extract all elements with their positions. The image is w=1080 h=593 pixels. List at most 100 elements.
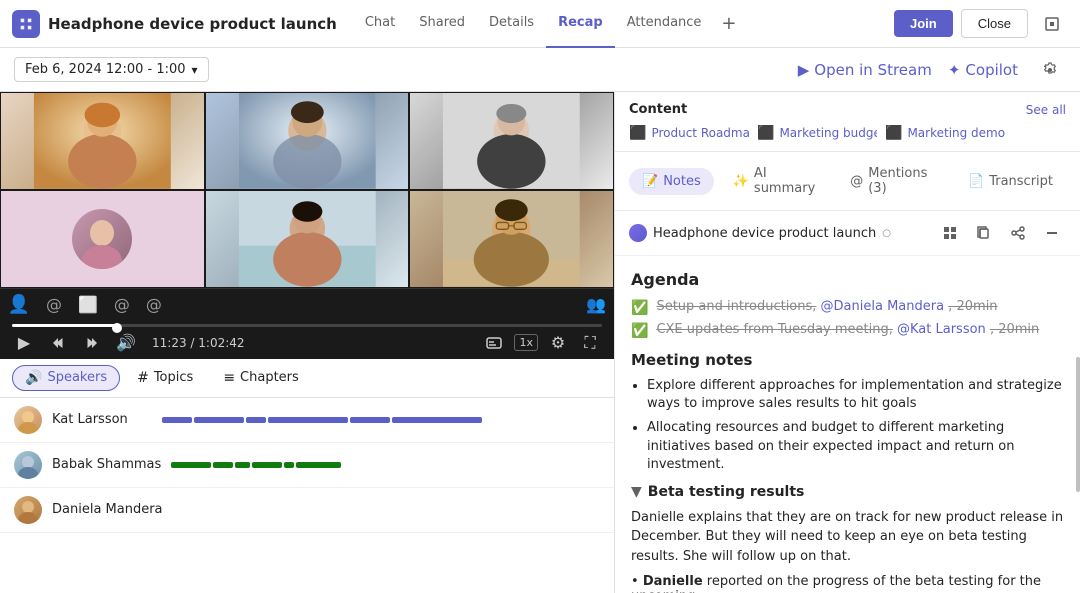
chevron-icon: ▼	[631, 484, 642, 500]
copilot-button[interactable]: ✦ Copilot	[948, 61, 1018, 79]
bar-segment	[213, 462, 233, 468]
forward-button[interactable]	[80, 331, 104, 355]
controls-row: ▶ 🔊 11:23 / 1:02:42 1x ⚙ ⛶	[12, 331, 602, 355]
screen-icon[interactable]: ⬜	[78, 295, 98, 314]
add-participants-icon[interactable]: 👥	[586, 295, 606, 314]
notes-icon: 📝	[642, 174, 658, 189]
scrollbar-track	[1076, 256, 1080, 593]
list-item: Explore different approaches for impleme…	[647, 377, 1064, 413]
video-controls: ▶ 🔊 11:23 / 1:02:42 1x ⚙ ⛶	[0, 320, 614, 359]
join-button[interactable]: Join	[894, 10, 953, 37]
add-tab-button[interactable]: +	[713, 0, 744, 48]
avatar	[14, 496, 42, 524]
tab-chapters[interactable]: ≡ Chapters	[210, 365, 311, 391]
speaker-name: Babak Shammas	[52, 457, 161, 472]
bar-segment	[296, 462, 341, 468]
tab-recap[interactable]: Recap	[546, 0, 615, 48]
meeting-icon	[629, 224, 647, 242]
speakers-label: Speakers	[47, 370, 107, 385]
tab-transcript[interactable]: 📄 Transcript	[955, 168, 1066, 195]
grid-icon[interactable]	[936, 219, 964, 247]
notes-meeting-title: Headphone device product launch ○	[629, 224, 891, 242]
tab-details[interactable]: Details	[477, 0, 546, 48]
list-item: Babak Shammas	[0, 443, 614, 488]
tab-attendance[interactable]: Attendance	[615, 0, 714, 48]
settings-icon[interactable]	[1034, 54, 1066, 86]
file-item[interactable]: ⬛ Marketing budget...	[757, 125, 877, 141]
notes-label: Notes	[663, 174, 701, 189]
speaker-bars	[171, 462, 600, 468]
content-header: Content See all	[629, 102, 1066, 117]
agenda-time: , 20min	[990, 322, 1039, 337]
progress-fill	[12, 324, 118, 327]
play-button[interactable]: ▶	[12, 331, 36, 355]
agenda-mention[interactable]: @Kat Larsson	[897, 322, 986, 337]
stream-icon: ▶	[798, 61, 810, 79]
at-icon[interactable]: @	[46, 295, 62, 314]
popout-icon[interactable]	[1036, 8, 1068, 40]
header: Headphone device product launch Chat Sha…	[0, 0, 1080, 48]
date-display: Feb 6, 2024 12:00 - 1:00	[25, 62, 186, 77]
rewind-button[interactable]	[46, 331, 70, 355]
beta-text: Danielle explains that they are on track…	[631, 508, 1064, 567]
beta-heading: Beta testing results	[648, 484, 805, 500]
sub-header: Feb 6, 2024 12:00 - 1:00 ▾ ▶ Open in Str…	[0, 48, 1080, 92]
close-button[interactable]: Close	[961, 9, 1028, 38]
notes-content: Agenda ✅ Setup and introductions, @Danie…	[615, 256, 1080, 593]
check-icon: ✅	[631, 300, 648, 316]
check-icon: ✅	[631, 323, 648, 339]
see-all-button[interactable]: See all	[1026, 103, 1066, 117]
open-in-stream-button[interactable]: ▶ Open in Stream	[798, 61, 932, 79]
notes-header-bar: Headphone device product launch ○	[615, 211, 1080, 256]
video-settings-button[interactable]: ⚙	[546, 331, 570, 355]
time-display: 11:23 / 1:02:42	[152, 336, 245, 350]
speed-button[interactable]: 1x	[514, 334, 538, 351]
fullscreen-button[interactable]: ⛶	[578, 331, 602, 355]
tab-speakers[interactable]: 🔊 Speakers	[12, 365, 120, 391]
share-icon[interactable]	[1004, 219, 1032, 247]
tab-ai-summary[interactable]: ✨ AI summary	[720, 160, 832, 202]
header-actions: Join Close	[894, 8, 1068, 40]
list-item: Allocating resources and budget to diffe…	[647, 419, 1064, 474]
progress-bar[interactable]	[12, 324, 602, 327]
video-cell-1	[0, 92, 205, 190]
avatar	[14, 406, 42, 434]
beta-bullet: • Danielle reported on the progress of t…	[631, 574, 1064, 593]
more-icon[interactable]	[1038, 219, 1066, 247]
captions-button[interactable]	[482, 331, 506, 355]
agenda-time: , 20min	[948, 299, 997, 314]
tab-shared[interactable]: Shared	[407, 0, 477, 48]
at-icon-2[interactable]: @	[114, 295, 130, 314]
volume-button[interactable]: 🔊	[114, 331, 138, 355]
date-selector[interactable]: Feb 6, 2024 12:00 - 1:00 ▾	[14, 57, 209, 82]
transcript-icon: 📄	[968, 174, 984, 189]
agenda-mention[interactable]: @Daniela Mandera	[821, 299, 945, 314]
participants-icon[interactable]: 👤	[8, 293, 30, 315]
ppt-icon: ⬛	[629, 125, 646, 141]
tab-notes[interactable]: 📝 Notes	[629, 168, 714, 195]
copy-icon[interactable]	[970, 219, 998, 247]
at-icon-3[interactable]: @	[146, 295, 162, 314]
tab-topics[interactable]: # Topics	[124, 365, 206, 391]
bar-segment	[350, 417, 390, 423]
tab-chat[interactable]: Chat	[353, 0, 407, 48]
tab-mentions[interactable]: @ Mentions (3)	[837, 160, 949, 202]
beta-section: ▼ Beta testing results Danielle explains…	[631, 484, 1064, 593]
status-indicator: ○	[882, 228, 891, 239]
scrollbar-thumb[interactable]	[1076, 357, 1080, 492]
bar-segment	[246, 417, 266, 423]
meeting-notes-list: Explore different approaches for impleme…	[631, 377, 1064, 474]
video-cell-6	[409, 190, 614, 288]
bar-segment	[392, 417, 482, 423]
speakers-icon: 🔊	[25, 370, 42, 386]
notes-actions	[936, 219, 1066, 247]
file-item[interactable]: ⬛ Product Roadmap...	[629, 125, 749, 141]
avatar	[14, 451, 42, 479]
bar-segment	[171, 462, 211, 468]
content-title: Content	[629, 102, 687, 117]
right-panel: Content See all ⬛ Product Roadmap... ⬛ M…	[614, 92, 1080, 593]
content-files: ⬛ Product Roadmap... ⬛ Marketing budget.…	[629, 125, 1066, 141]
agenda-heading: Agenda	[631, 270, 1064, 289]
copilot-icon: ✦	[948, 61, 961, 79]
file-item[interactable]: ⬛ Marketing demo...	[885, 125, 1005, 141]
